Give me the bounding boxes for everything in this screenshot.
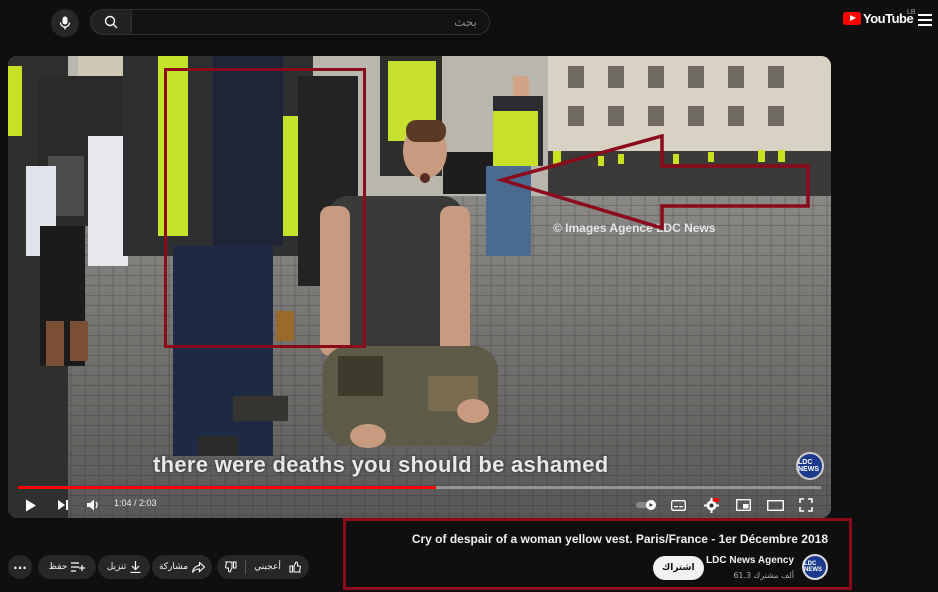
search-input[interactable] [132,9,490,35]
youtube-logo[interactable]: YouTube LB [843,9,916,26]
subtitles-button[interactable] [668,495,688,515]
badge-text: LDC NEWS [798,459,819,473]
youtube-play-icon [843,12,861,25]
time-display: 1:04 / 2:03 [114,498,157,508]
autoplay-toggle-icon [636,500,656,510]
next-button[interactable] [53,495,73,515]
search-button[interactable] [90,9,132,35]
menu-button[interactable] [918,14,932,28]
miniplayer-icon [735,499,751,511]
like-icon[interactable] [289,561,301,573]
gear-icon [703,497,719,513]
share-label: مشاركة [158,562,189,572]
voice-search-button[interactable] [51,9,79,37]
hamburger-icon [918,14,932,16]
volume-button[interactable] [84,495,104,515]
video-caption: there were deaths you should be ashamed [153,452,609,477]
player-controls: 1:04 / 2:03 [8,492,831,518]
progress-bar[interactable] [18,486,821,489]
like-dislike-group: أعجبني [217,555,309,579]
country-code: LB [907,9,916,16]
logo-text: YouTube [863,11,914,26]
search-bar [90,9,490,35]
annotation-box-man [164,68,366,348]
autoplay-toggle[interactable] [635,495,659,515]
next-icon [58,500,68,510]
more-icon: ... [13,557,27,572]
subtitles-icon [670,499,686,511]
play-icon [26,499,36,511]
theater-icon [766,499,784,511]
channel-watermark-badge[interactable]: LDC NEWS [796,452,824,480]
theater-mode-button[interactable] [765,495,785,515]
download-label: تنزيل [106,562,127,572]
subscribe-button[interactable]: اشتراك [653,556,704,580]
download-icon [130,561,141,573]
fullscreen-icon [799,498,813,512]
avatar-text: LDC NEWS [804,561,822,573]
share-icon [192,561,206,573]
channel-name[interactable]: LDC News Agency [706,555,794,566]
search-icon [104,15,118,29]
play-button[interactable] [21,495,41,515]
like-divider [245,560,247,574]
dislike-icon[interactable] [225,561,237,573]
progress-fill [18,486,436,489]
video-frame [8,56,831,518]
volume-icon [87,499,98,511]
annotation-arrow [495,134,810,230]
download-button[interactable]: تنزيل [98,555,150,579]
more-actions-button[interactable]: ... [8,555,32,579]
miniplayer-button[interactable] [733,495,753,515]
subscriber-count: 61.3 ألف مشترك [733,571,794,580]
settings-button[interactable] [701,495,721,515]
video-info-box: Cry of despair of a woman yellow vest. P… [343,518,852,590]
share-button[interactable]: مشاركة [152,555,212,579]
like-label[interactable]: أعجبني [254,562,281,572]
top-bar: YouTube LB [0,0,938,46]
save-label: حفظ [48,562,68,572]
save-button[interactable]: حفظ [38,555,96,579]
channel-avatar[interactable]: LDC NEWS [802,554,828,580]
microphone-icon [59,16,71,30]
video-player[interactable]: © Images Agence LDC News there were deat… [8,56,831,518]
fullscreen-button[interactable] [796,495,816,515]
video-title: Cry of despair of a woman yellow vest. P… [411,532,828,546]
add-to-playlist-icon [71,562,86,572]
